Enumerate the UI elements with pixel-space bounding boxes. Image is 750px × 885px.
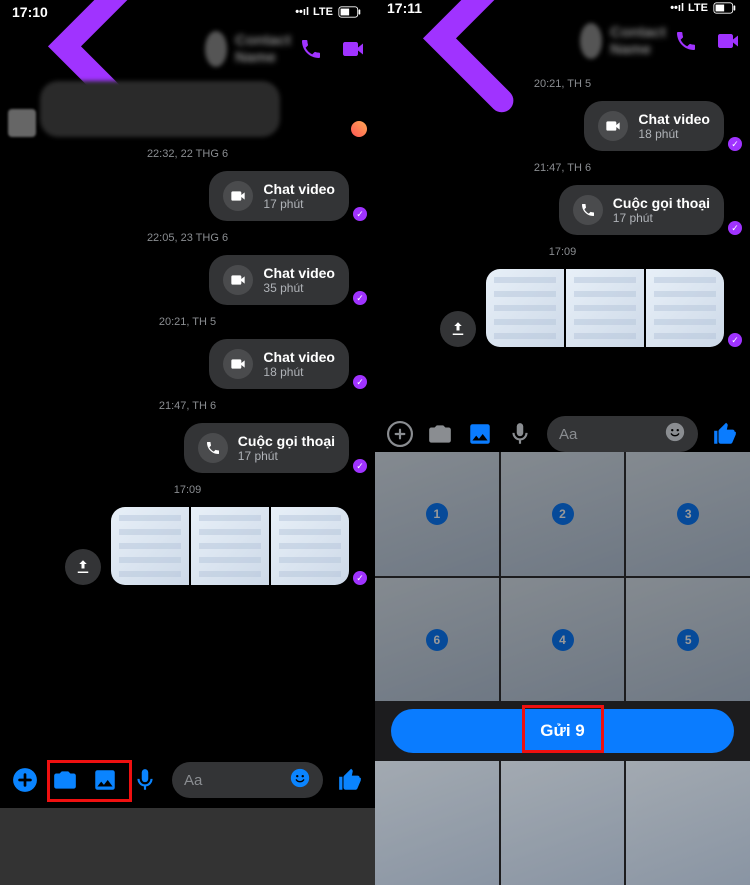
call-message[interactable]: Chat video17 phút ✓ xyxy=(8,171,367,221)
selection-badge: 4 xyxy=(552,629,574,651)
timestamp: 17:09 xyxy=(383,246,742,258)
video-icon xyxy=(223,265,253,295)
picker-photo[interactable]: 1 xyxy=(375,452,499,576)
call-message[interactable]: Cuộc gọi thoại17 phút ✓ xyxy=(8,423,367,473)
picker-photo[interactable] xyxy=(375,761,499,885)
timestamp: 20:21, TH 5 xyxy=(8,316,367,328)
photo-picker-grid[interactable]: 1 2 3 6 4 5 xyxy=(375,452,750,701)
message-input[interactable]: Aa xyxy=(547,416,698,452)
more-icon[interactable] xyxy=(12,767,38,793)
status-indicators: ••ılLTE xyxy=(670,2,738,14)
phone-icon xyxy=(573,195,603,225)
timestamp: 21:47, TH 6 xyxy=(8,400,367,412)
mic-icon[interactable] xyxy=(507,421,533,447)
image-message[interactable]: ✓ xyxy=(383,269,742,347)
selection-badge: 1 xyxy=(426,503,448,525)
chat-header: 1 Contact Name xyxy=(375,16,750,66)
video-call-icon[interactable] xyxy=(716,29,740,53)
sent-image-thumb[interactable] xyxy=(486,269,564,347)
send-button[interactable]: Gửi 9 xyxy=(391,709,734,753)
delivered-icon: ✓ xyxy=(353,571,367,585)
contact-name-block[interactable]: Contact Name xyxy=(610,24,666,58)
back-button[interactable]: 1 xyxy=(385,0,572,137)
delivered-icon: ✓ xyxy=(728,137,742,151)
camera-icon[interactable] xyxy=(427,421,453,447)
picker-photo[interactable]: 6 xyxy=(375,578,499,702)
emoji-icon[interactable] xyxy=(289,767,311,793)
mic-icon[interactable] xyxy=(132,767,158,793)
sent-image-thumb[interactable] xyxy=(111,507,189,585)
incoming-message[interactable] xyxy=(8,81,367,137)
picker-photo[interactable]: 4 xyxy=(501,578,625,702)
phone-icon xyxy=(198,433,228,463)
call-message[interactable]: Cuộc gọi thoại17 phút ✓ xyxy=(383,185,742,235)
like-icon[interactable] xyxy=(337,767,363,793)
picker-photo[interactable] xyxy=(501,761,625,885)
status-indicators: ••ılLTE xyxy=(295,6,363,18)
picker-photo[interactable] xyxy=(626,761,750,885)
input-bar: Aa xyxy=(375,416,750,452)
delivered-icon: ✓ xyxy=(353,207,367,221)
timestamp: 22:05, 23 THG 6 xyxy=(8,232,367,244)
photo-picker-grid-more[interactable] xyxy=(375,761,750,885)
delivered-icon: ✓ xyxy=(353,291,367,305)
delivered-icon: ✓ xyxy=(728,221,742,235)
sent-image-thumb[interactable] xyxy=(191,507,269,585)
selection-badge: 2 xyxy=(552,503,574,525)
selection-badge: 6 xyxy=(426,629,448,651)
chat-header: 1 Contact Name xyxy=(0,24,375,74)
like-icon[interactable] xyxy=(712,421,738,447)
video-call-icon[interactable] xyxy=(341,37,365,61)
voice-call-icon[interactable] xyxy=(674,29,698,53)
screenshot-right: 17:11 ••ılLTE 1 Contact Name 20:21, TH 5… xyxy=(375,0,750,808)
call-message[interactable]: Chat video18 phút ✓ xyxy=(8,339,367,389)
contact-name-block[interactable]: Contact Name xyxy=(235,32,291,66)
timestamp: 21:47, TH 6 xyxy=(383,162,742,174)
sent-image-thumb[interactable] xyxy=(566,269,644,347)
delivered-icon: ✓ xyxy=(353,375,367,389)
video-icon xyxy=(598,111,628,141)
timestamp: 22:32, 22 THG 6 xyxy=(8,148,367,160)
more-icon[interactable] xyxy=(387,421,413,447)
contact-avatar[interactable] xyxy=(580,23,602,59)
tutorial-highlight-camera-gallery xyxy=(47,760,132,802)
video-icon xyxy=(223,349,253,379)
voice-call-icon[interactable] xyxy=(299,37,323,61)
sent-image-thumb[interactable] xyxy=(271,507,349,585)
call-message[interactable]: Chat video35 phút ✓ xyxy=(8,255,367,305)
selection-badge: 5 xyxy=(677,629,699,651)
selection-badge: 3 xyxy=(677,503,699,525)
picker-photo[interactable]: 3 xyxy=(626,452,750,576)
video-icon xyxy=(223,181,253,211)
chat-body[interactable]: 22:32, 22 THG 6 Chat video17 phút ✓ 22:0… xyxy=(0,74,375,752)
seen-indicator xyxy=(351,121,367,137)
picker-photo[interactable]: 5 xyxy=(626,578,750,702)
sent-image-thumb[interactable] xyxy=(646,269,724,347)
share-button[interactable] xyxy=(65,549,101,585)
delivered-icon: ✓ xyxy=(728,333,742,347)
tutorial-highlight-send xyxy=(522,705,604,753)
gallery-icon[interactable] xyxy=(467,421,493,447)
timestamp: 17:09 xyxy=(8,484,367,496)
share-button[interactable] xyxy=(440,311,476,347)
image-message[interactable]: ✓ xyxy=(8,507,367,585)
contact-avatar[interactable] xyxy=(205,31,227,67)
screenshot-left: 17:10 ••ılLTE 1 Contact Name 22:32, 22 T… xyxy=(0,0,375,808)
picker-photo[interactable]: 2 xyxy=(501,452,625,576)
delivered-icon: ✓ xyxy=(353,459,367,473)
photo-picker: 1 2 3 6 4 5 Gửi 9 xyxy=(375,452,750,885)
message-input[interactable]: Aa xyxy=(172,762,323,798)
emoji-icon[interactable] xyxy=(664,421,686,447)
